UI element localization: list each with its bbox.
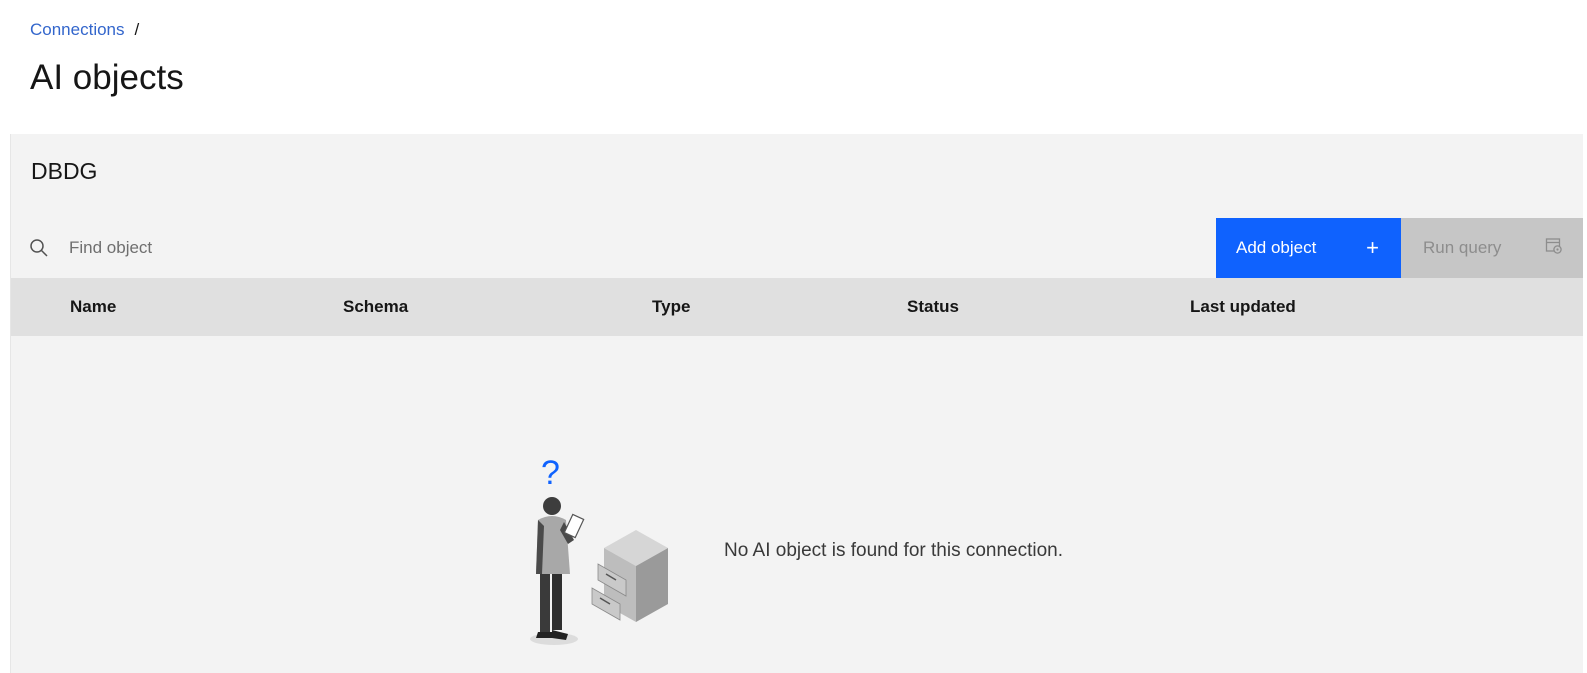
breadcrumb-link-connections[interactable]: Connections	[30, 20, 125, 40]
breadcrumb: Connections /	[30, 20, 139, 40]
run-query-icon	[1545, 237, 1563, 260]
search-input[interactable]	[55, 228, 883, 268]
plus-icon: +	[1366, 235, 1379, 260]
add-object-button[interactable]: Add object +	[1216, 218, 1401, 278]
table-toolbar: Add object + Run query	[11, 218, 1583, 278]
connection-panel: DBDG Add object + Run query	[10, 134, 1583, 673]
column-header-schema[interactable]: Schema	[343, 297, 408, 317]
run-query-button[interactable]: Run query	[1401, 218, 1583, 278]
add-object-label: Add object	[1236, 238, 1317, 257]
empty-state-message: No AI object is found for this connectio…	[724, 540, 1064, 561]
empty-state-illustration: ?	[516, 454, 686, 656]
connection-name: DBDG	[31, 158, 98, 184]
column-header-name[interactable]: Name	[70, 297, 116, 317]
column-header-status[interactable]: Status	[907, 297, 959, 317]
column-header-last-updated[interactable]: Last updated	[1190, 297, 1296, 317]
page-title: AI objects	[30, 58, 184, 97]
search-icon	[29, 238, 49, 258]
run-query-label: Run query	[1423, 238, 1502, 257]
column-header-type[interactable]: Type	[652, 297, 690, 317]
svg-text:?: ?	[541, 456, 560, 492]
table-header: Name Schema Type Status Last updated	[11, 278, 1583, 336]
empty-state: ? No AI object is found for this connect…	[11, 336, 1583, 673]
breadcrumb-separator: /	[134, 20, 140, 39]
